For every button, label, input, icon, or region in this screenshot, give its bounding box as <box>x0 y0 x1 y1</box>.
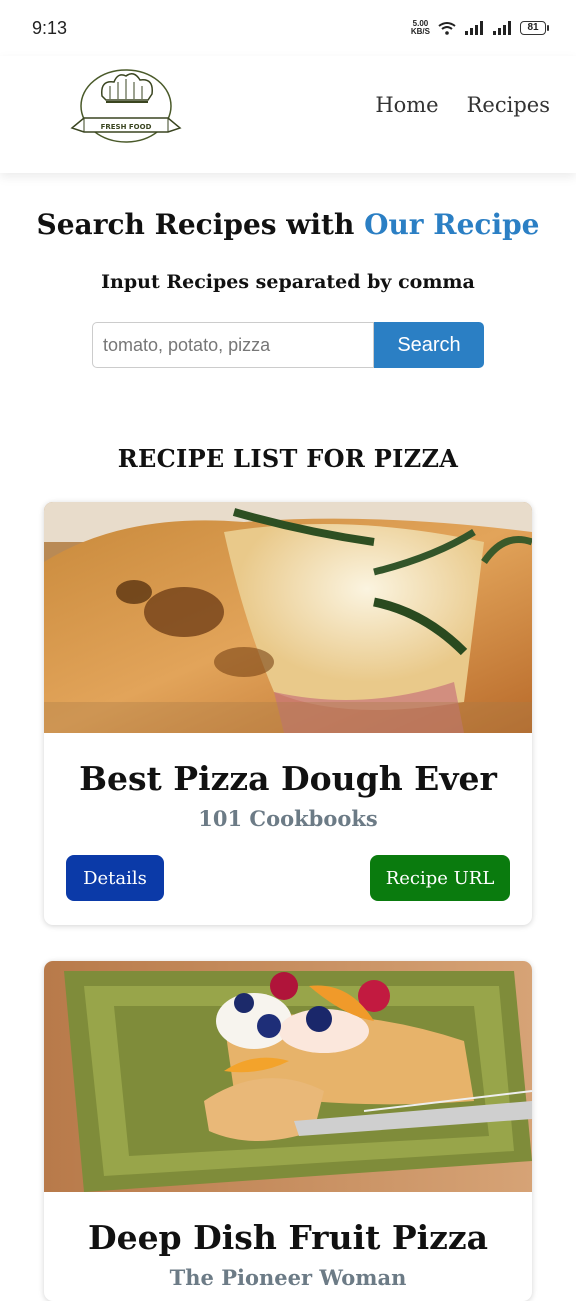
recipe-title: Deep Dish Fruit Pizza <box>87 1218 489 1257</box>
signal-icon-2 <box>493 21 511 35</box>
nav-links: Home Recipes <box>375 93 550 117</box>
search-title: Search Recipes with Our Recipe <box>0 208 576 241</box>
recipe-source: The Pioneer Woman <box>169 1265 407 1290</box>
recipe-card: Deep Dish Fruit Pizza The Pioneer Woman <box>44 961 532 1301</box>
status-time: 9:13 <box>32 18 68 38</box>
search-title-prefix: Search Recipes with <box>36 208 365 241</box>
recipe-card: Best Pizza Dough Ever 101 Cookbooks Deta… <box>44 502 532 925</box>
nav-home-link[interactable]: Home <box>375 93 438 117</box>
recipe-actions: Details Recipe URL <box>44 855 532 915</box>
status-bar: 9:13 5.00 KB/S 81 <box>0 0 576 56</box>
nav-recipes-link[interactable]: Recipes <box>467 93 550 117</box>
search-input[interactable] <box>92 322 374 368</box>
details-button[interactable]: Details <box>66 855 164 901</box>
recipe-url-button[interactable]: Recipe URL <box>370 855 510 901</box>
battery-icon: 81 <box>520 21 549 35</box>
recipe-image-fruit-pizza <box>44 961 532 1192</box>
recipe-source: 101 Cookbooks <box>198 806 378 831</box>
recipe-image-pizza <box>44 502 532 733</box>
signal-icon <box>465 21 483 35</box>
network-speed: 5.00 KB/S <box>411 20 430 36</box>
recipe-list-heading: RECIPE LIST FOR PIZZA <box>117 444 459 473</box>
search-title-accent: Our Recipe <box>364 208 540 241</box>
network-speed-unit: KB/S <box>410 27 430 36</box>
logo-text: FRESH FOOD <box>101 123 152 131</box>
fresh-food-logo[interactable]: FRESH FOOD <box>64 66 188 152</box>
search-form: Search <box>92 322 484 368</box>
search-button[interactable]: Search <box>374 322 484 368</box>
navbar: FRESH FOOD Home Recipes <box>0 56 576 173</box>
search-subtitle: Input Recipes separated by comma <box>101 271 475 293</box>
status-icons: 5.00 KB/S 81 <box>411 20 549 36</box>
wifi-icon <box>438 22 456 35</box>
recipe-title: Best Pizza Dough Ever <box>79 759 497 798</box>
